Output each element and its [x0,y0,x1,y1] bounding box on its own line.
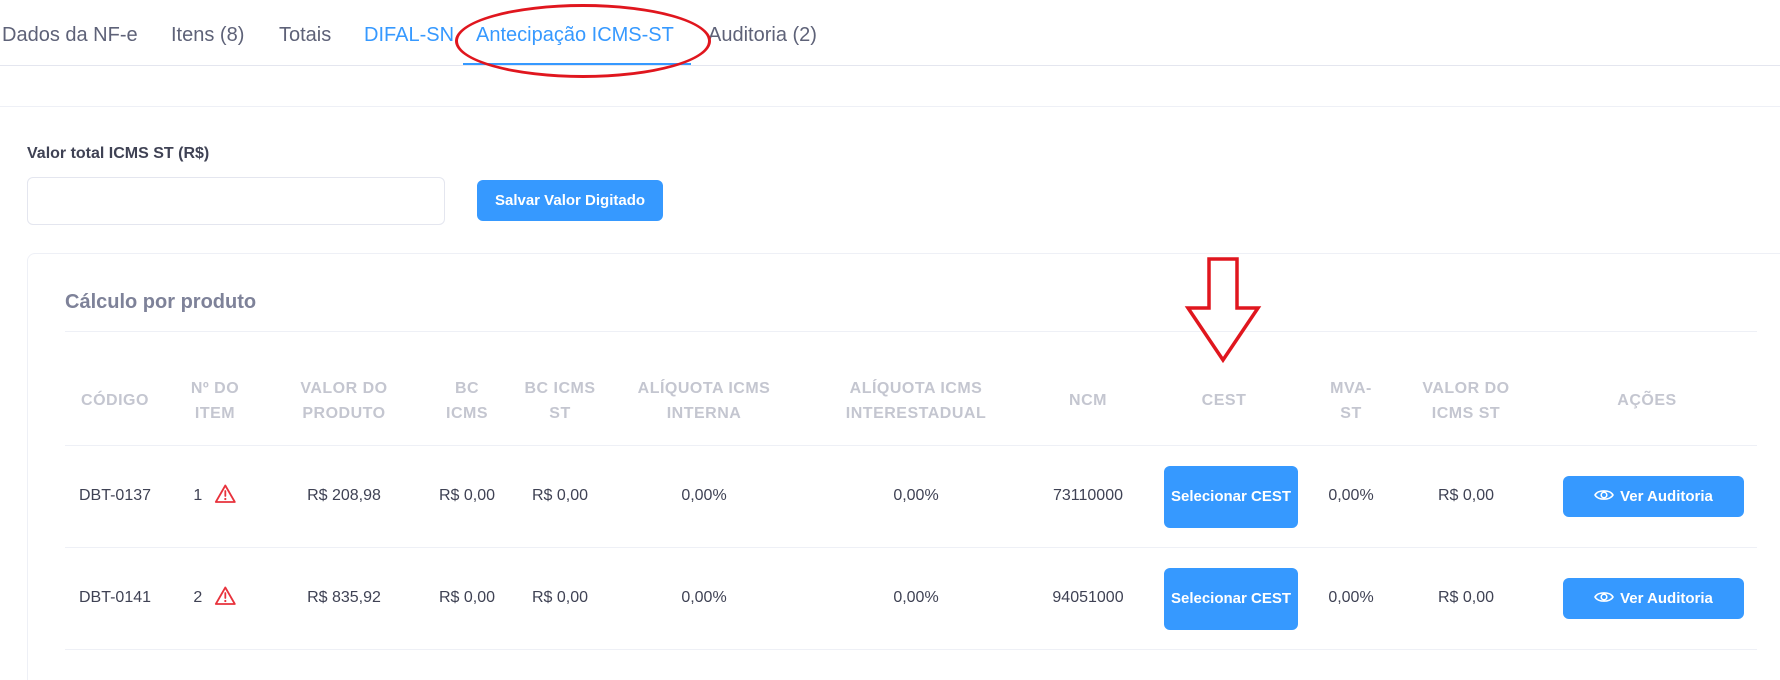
header-codigo: CÓDIGO [81,392,149,409]
header-mva-st: MVA- ST [1330,380,1372,422]
view-audit-label: Ver Auditoria [1620,590,1713,607]
cell-aliquota-interestadual: 0,00% [893,589,939,606]
item-number: 2 [193,589,203,607]
item-number: 1 [193,487,203,505]
row-divider [65,547,1757,548]
tab-itens[interactable]: Itens (8) [171,24,244,47]
header-ncm: NCM [1069,392,1107,409]
select-cest-button[interactable]: Selecionar CEST [1164,568,1298,630]
select-cest-button[interactable]: Selecionar CEST [1164,466,1298,528]
section-divider [0,106,1780,107]
tab-difal-sn[interactable]: DIFAL-SN [364,24,454,47]
view-audit-button[interactable]: Ver Auditoria [1563,578,1744,619]
cell-ncm: 94051000 [1052,589,1124,606]
header-cest: CEST [1201,392,1247,409]
tab-dados-nfe[interactable]: Dados da NF-e [2,24,138,47]
cell-mva-st: 0,00% [1328,487,1374,504]
header-bc-icms-st: BC ICMS ST [524,380,596,422]
header-bc-icms: BC ICMS [446,380,488,422]
calc-card [27,253,1780,680]
cell-bc-icms-st: R$ 0,00 [531,487,589,504]
tab-bar: Dados da NF-e Itens (8) Totais DIFAL-SN … [0,0,1780,66]
icms-st-total-input[interactable] [27,177,445,225]
row-divider [65,649,1757,650]
cell-aliquota-interestadual: 0,00% [893,487,939,504]
header-divider [65,445,1757,446]
cell-bc-icms: R$ 0,00 [438,589,496,606]
header-aliquota-interna: ALÍQUOTA ICMS INTERNA [637,380,771,422]
cell-item: 2 [193,586,237,611]
save-typed-value-button[interactable]: Salvar Valor Digitado [477,180,663,221]
cell-valor-produto: R$ 208,98 [307,487,381,504]
cell-ncm: 73110000 [1053,487,1123,504]
header-valor-produto: VALOR DO PRODUTO [300,380,388,422]
header-valor-icms-st: VALOR DO ICMS ST [1422,380,1510,422]
active-tab-indicator [463,63,691,65]
cell-bc-icms-st: R$ 0,00 [531,589,589,606]
cell-valor-icms-st: R$ 0,00 [1437,589,1495,606]
tab-auditoria[interactable]: Auditoria (2) [708,24,817,47]
tab-antecipacao-icms-st[interactable]: Antecipação ICMS-ST [476,24,674,47]
header-aliquota-interestadual: ALÍQUOTA ICMS INTERESTADUAL [845,380,987,422]
cell-codigo: DBT-0141 [78,589,152,606]
warning-triangle-icon [215,586,237,611]
eye-icon [1594,488,1615,506]
card-divider [65,331,1757,332]
cell-bc-icms: R$ 0,00 [438,487,496,504]
cell-mva-st: 0,00% [1328,589,1374,606]
view-audit-label: Ver Auditoria [1620,488,1713,505]
cell-valor-icms-st: R$ 0,00 [1437,487,1495,504]
cell-codigo: DBT-0137 [78,487,152,504]
eye-icon [1594,590,1615,608]
card-title: Cálculo por produto [65,291,257,313]
view-audit-button[interactable]: Ver Auditoria [1563,476,1744,517]
header-acoes: AÇÕES [1617,392,1677,409]
header-numero-item: Nº DO ITEM [190,380,240,422]
cell-aliquota-interna: 0,00% [681,487,727,504]
warning-triangle-icon [215,484,237,509]
cell-item: 1 [193,484,237,509]
icms-st-total-label: Valor total ICMS ST (R$) [27,145,210,162]
cell-valor-produto: R$ 835,92 [307,589,381,606]
tab-totais[interactable]: Totais [279,24,331,47]
cell-aliquota-interna: 0,00% [681,589,727,606]
